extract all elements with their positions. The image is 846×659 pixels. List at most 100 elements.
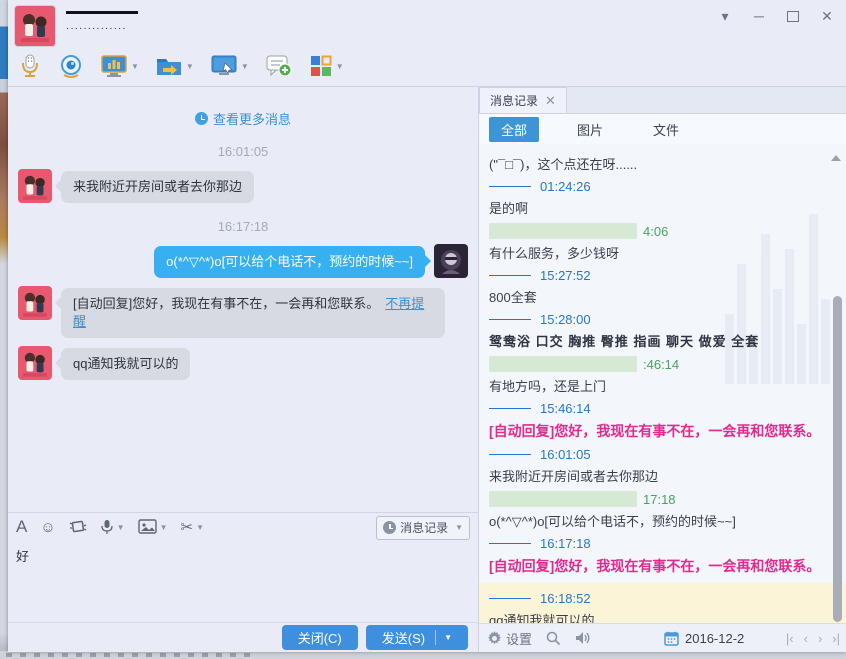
window-shake-icon[interactable]: [69, 519, 87, 535]
window-controls: ▾ ─ ✕: [712, 6, 840, 26]
message-bubble: [自动回复]您好，我现在有事不在，一会再和您联系。不再提醒: [61, 288, 445, 338]
close-button[interactable]: ✕: [814, 6, 840, 26]
timestamp-line: [489, 186, 531, 187]
history-timestamp-redacted: 17:18: [489, 491, 826, 507]
contact-name-redacted: [66, 11, 138, 14]
chat-timestamp: 16:01:05: [8, 144, 478, 159]
peer-avatar[interactable]: [18, 286, 52, 320]
tab-close-icon[interactable]: ✕: [545, 93, 556, 109]
message-bubble: qq通知我就可以的: [61, 348, 190, 380]
remote-desktop-dropdown-icon[interactable]: ▼: [241, 62, 249, 71]
send-label: 发送(S): [382, 628, 425, 647]
history-timestamp-redacted: :46:14: [489, 356, 826, 372]
screenshot-scissors-icon[interactable]: ✂▼: [181, 518, 205, 536]
send-split-divider: [435, 630, 436, 645]
app-box-icon[interactable]: ▼: [309, 54, 344, 78]
view-more-label: 查看更多消息: [213, 109, 291, 128]
history-message: ("¯□¯)，这个点还在呀......: [489, 155, 826, 174]
titlebar: ·············· ▾ ─ ✕: [8, 0, 846, 46]
message-history-panel: 消息记录 ✕ 全部 图片 文件 ("¯□¯)，这个点还在呀...... 01:24…: [479, 87, 846, 652]
redaction-block: [489, 223, 637, 239]
history-footer: 设置 2016-12-2 |‹ ‹ ›: [479, 623, 846, 652]
app-box-dropdown-icon[interactable]: ▼: [336, 62, 344, 71]
tab-message-history[interactable]: 消息记录 ✕: [479, 87, 567, 113]
send-button[interactable]: 发送(S) ▼: [366, 625, 468, 650]
chat-toolbar: ▼ ▼ ▼ ▼: [8, 46, 846, 87]
filter-all[interactable]: 全部: [489, 117, 539, 142]
action-button-row: 关闭(C) 发送(S) ▼: [8, 622, 478, 652]
peer-avatar[interactable]: [18, 169, 52, 203]
history-message: [自动回复]您好，我现在有事不在，一会再和您联系。: [489, 556, 826, 577]
image-icon[interactable]: ▼: [138, 519, 168, 535]
prev-page-icon[interactable]: ‹: [804, 631, 808, 646]
timestamp-line: [489, 408, 531, 409]
history-timestamp: 15:28:00: [489, 312, 826, 327]
conversation-pane: 查看更多消息 16:01:05来我附近开房间或者去你那边16:17:18o(*^…: [8, 87, 479, 652]
history-dropdown-icon[interactable]: ▼: [455, 523, 463, 532]
history-clock-icon: [383, 521, 396, 534]
last-page-icon[interactable]: ›|: [832, 631, 840, 646]
next-page-icon[interactable]: ›: [818, 631, 822, 646]
close-chat-button[interactable]: 关闭(C): [282, 625, 358, 650]
history-button-label: 消息记录: [400, 519, 448, 536]
filter-files[interactable]: 文件: [641, 117, 691, 142]
history-timestamp: 15:46:14: [489, 401, 826, 416]
chat-message-row: [自动回复]您好，我现在有事不在，一会再和您联系。不再提醒: [18, 286, 468, 338]
history-message: 800全套: [489, 288, 826, 307]
search-icon[interactable]: [546, 631, 561, 646]
screen-demo-icon[interactable]: ▼: [100, 53, 139, 79]
maximize-button[interactable]: [780, 6, 806, 26]
scroll-up-arrow[interactable]: [831, 150, 841, 161]
history-timestamp-redacted: 4:06: [489, 223, 826, 239]
voice-call-icon[interactable]: [18, 53, 42, 79]
screenshot-dropdown-icon[interactable]: ▼: [196, 523, 204, 532]
timestamp-line: [489, 454, 531, 455]
timestamp-line: [489, 598, 531, 599]
speaker-icon[interactable]: [575, 631, 592, 645]
background-window-sliver: [0, 0, 8, 659]
history-timestamp: 15:27:52: [489, 268, 826, 283]
window-menu-chevron-icon[interactable]: ▾: [712, 6, 738, 26]
timestamp-text: :46:14: [643, 357, 679, 372]
message-input[interactable]: 好: [8, 542, 478, 622]
voice-dropdown-icon[interactable]: ▼: [117, 523, 125, 532]
view-more-messages[interactable]: 查看更多消息: [8, 109, 478, 128]
history-tabbar: 消息记录 ✕: [479, 87, 846, 114]
emoji-icon[interactable]: ☺: [40, 519, 55, 536]
send-file-dropdown-icon[interactable]: ▼: [186, 62, 194, 71]
history-scrollbar[interactable]: [833, 296, 842, 622]
minimize-button[interactable]: ─: [746, 6, 772, 26]
input-toolbar: A ☺ ▼ ▼ ✂▼ 消息记录: [8, 512, 478, 542]
chat-message-area[interactable]: 查看更多消息 16:01:05来我附近开房间或者去你那边16:17:18o(*^…: [8, 87, 478, 512]
timestamp-text: 01:24:26: [540, 179, 591, 194]
voice-message-icon[interactable]: ▼: [100, 519, 125, 536]
redaction-block: [489, 491, 637, 507]
send-dropdown-icon[interactable]: ▼: [444, 633, 452, 642]
font-style-icon[interactable]: A: [16, 517, 27, 537]
peer-avatar[interactable]: [18, 346, 52, 380]
contact-signature: ··············: [66, 26, 138, 32]
image-dropdown-icon[interactable]: ▼: [160, 523, 168, 532]
first-page-icon[interactable]: |‹: [786, 631, 794, 646]
settings-button[interactable]: 设置: [487, 629, 532, 648]
self-avatar[interactable]: [434, 244, 468, 278]
remote-desktop-icon[interactable]: ▼: [210, 54, 249, 78]
timestamp-text: 15:28:00: [540, 312, 591, 327]
timestamp-text: 15:46:14: [540, 401, 591, 416]
message-text: [自动回复]您好，我现在有事不在，一会再和您联系。: [73, 296, 379, 311]
date-picker[interactable]: 2016-12-2: [664, 631, 744, 646]
send-file-icon[interactable]: ▼: [155, 54, 194, 78]
history-timestamp: 16:17:18: [489, 536, 826, 551]
filter-images[interactable]: 图片: [565, 117, 615, 142]
screen-demo-dropdown-icon[interactable]: ▼: [131, 62, 139, 71]
history-content[interactable]: ("¯□¯)，这个点还在呀......01:24:26是的啊4:06有什么服务，…: [479, 144, 846, 623]
history-filterbar: 全部 图片 文件: [479, 114, 846, 144]
redaction-block: [489, 356, 637, 372]
chat-message-row: 来我附近开房间或者去你那边: [18, 169, 468, 203]
couple-avatar-image: [18, 169, 52, 203]
create-session-icon[interactable]: [265, 53, 293, 79]
contact-avatar[interactable]: [14, 5, 56, 47]
message-history-button[interactable]: 消息记录 ▼: [376, 516, 470, 540]
video-call-icon[interactable]: [58, 53, 84, 79]
background-taskbar-sliver: [0, 651, 846, 659]
